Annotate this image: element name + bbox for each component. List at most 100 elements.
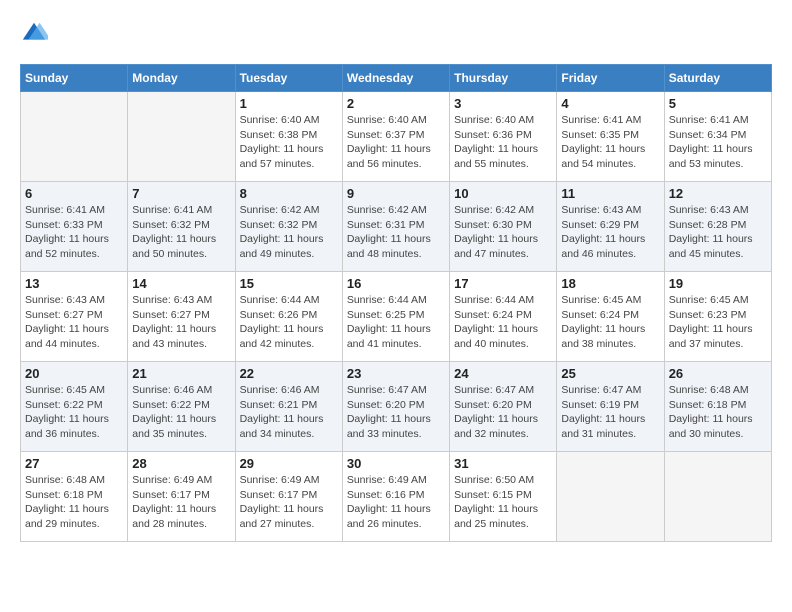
day-number: 5 <box>669 96 767 111</box>
day-number: 24 <box>454 366 552 381</box>
day-detail: Sunrise: 6:45 AM Sunset: 6:23 PM Dayligh… <box>669 293 767 352</box>
day-number: 1 <box>240 96 338 111</box>
day-detail: Sunrise: 6:44 AM Sunset: 6:26 PM Dayligh… <box>240 293 338 352</box>
day-number: 21 <box>132 366 230 381</box>
calendar-cell: 31 Sunrise: 6:50 AM Sunset: 6:15 PM Dayli… <box>450 452 557 542</box>
calendar-week-1: 6Sunrise: 6:41 AM Sunset: 6:33 PM Daylig… <box>21 182 772 272</box>
day-detail: Sunrise: 6:49 AM Sunset: 6:16 PM Dayligh… <box>347 473 445 532</box>
day-number: 11 <box>561 186 659 201</box>
calendar-header-monday: Monday <box>128 65 235 92</box>
calendar-cell: 21 Sunrise: 6:46 AM Sunset: 6:22 PM Dayli… <box>128 362 235 452</box>
calendar-cell: 10Sunrise: 6:42 AM Sunset: 6:30 PM Dayli… <box>450 182 557 272</box>
day-number: 26 <box>669 366 767 381</box>
calendar-cell: 17 Sunrise: 6:44 AM Sunset: 6:24 PM Dayli… <box>450 272 557 362</box>
calendar-week-2: 13 Sunrise: 6:43 AM Sunset: 6:27 PM Dayli… <box>21 272 772 362</box>
calendar-cell: 9 Sunrise: 6:42 AM Sunset: 6:31 PM Daylig… <box>342 182 449 272</box>
day-number: 19 <box>669 276 767 291</box>
calendar-cell <box>21 92 128 182</box>
calendar-cell <box>128 92 235 182</box>
calendar-cell: 2Sunrise: 6:40 AM Sunset: 6:37 PM Daylig… <box>342 92 449 182</box>
calendar-week-0: 1 Sunrise: 6:40 AM Sunset: 6:38 PM Daylig… <box>21 92 772 182</box>
day-number: 14 <box>132 276 230 291</box>
calendar-cell: 16Sunrise: 6:44 AM Sunset: 6:25 PM Dayli… <box>342 272 449 362</box>
calendar-cell: 24 Sunrise: 6:47 AM Sunset: 6:20 PM Dayli… <box>450 362 557 452</box>
day-detail: Sunrise: 6:40 AM Sunset: 6:38 PM Dayligh… <box>240 113 338 172</box>
day-number: 8 <box>240 186 338 201</box>
day-detail: Sunrise: 6:47 AM Sunset: 6:20 PM Dayligh… <box>347 383 445 442</box>
day-number: 23 <box>347 366 445 381</box>
day-detail: Sunrise: 6:48 AM Sunset: 6:18 PM Dayligh… <box>669 383 767 442</box>
day-number: 17 <box>454 276 552 291</box>
calendar-cell: 13 Sunrise: 6:43 AM Sunset: 6:27 PM Dayli… <box>21 272 128 362</box>
day-detail: Sunrise: 6:43 AM Sunset: 6:27 PM Dayligh… <box>132 293 230 352</box>
calendar-cell: 14 Sunrise: 6:43 AM Sunset: 6:27 PM Dayli… <box>128 272 235 362</box>
day-number: 29 <box>240 456 338 471</box>
calendar-cell: 6Sunrise: 6:41 AM Sunset: 6:33 PM Daylig… <box>21 182 128 272</box>
day-detail: Sunrise: 6:43 AM Sunset: 6:29 PM Dayligh… <box>561 203 659 262</box>
calendar-header-row: SundayMondayTuesdayWednesdayThursdayFrid… <box>21 65 772 92</box>
day-detail: Sunrise: 6:41 AM Sunset: 6:34 PM Dayligh… <box>669 113 767 172</box>
calendar-cell: 18 Sunrise: 6:45 AM Sunset: 6:24 PM Dayli… <box>557 272 664 362</box>
day-detail: Sunrise: 6:47 AM Sunset: 6:20 PM Dayligh… <box>454 383 552 442</box>
calendar-header-thursday: Thursday <box>450 65 557 92</box>
calendar-cell: 26 Sunrise: 6:48 AM Sunset: 6:18 PM Dayli… <box>664 362 771 452</box>
day-number: 3 <box>454 96 552 111</box>
calendar-cell: 28 Sunrise: 6:49 AM Sunset: 6:17 PM Dayli… <box>128 452 235 542</box>
day-detail: Sunrise: 6:47 AM Sunset: 6:19 PM Dayligh… <box>561 383 659 442</box>
logo-icon <box>20 20 48 48</box>
day-detail: Sunrise: 6:49 AM Sunset: 6:17 PM Dayligh… <box>132 473 230 532</box>
calendar-header-wednesday: Wednesday <box>342 65 449 92</box>
logo <box>20 20 52 48</box>
day-detail: Sunrise: 6:41 AM Sunset: 6:33 PM Dayligh… <box>25 203 123 262</box>
day-detail: Sunrise: 6:43 AM Sunset: 6:28 PM Dayligh… <box>669 203 767 262</box>
day-number: 31 <box>454 456 552 471</box>
calendar-cell: 23 Sunrise: 6:47 AM Sunset: 6:20 PM Dayli… <box>342 362 449 452</box>
day-number: 4 <box>561 96 659 111</box>
day-detail: Sunrise: 6:40 AM Sunset: 6:37 PM Dayligh… <box>347 113 445 172</box>
calendar-cell: 15 Sunrise: 6:44 AM Sunset: 6:26 PM Dayli… <box>235 272 342 362</box>
day-detail: Sunrise: 6:45 AM Sunset: 6:22 PM Dayligh… <box>25 383 123 442</box>
day-detail: Sunrise: 6:46 AM Sunset: 6:21 PM Dayligh… <box>240 383 338 442</box>
calendar-cell: 22 Sunrise: 6:46 AM Sunset: 6:21 PM Dayli… <box>235 362 342 452</box>
day-number: 30 <box>347 456 445 471</box>
calendar-cell: 3 Sunrise: 6:40 AM Sunset: 6:36 PM Daylig… <box>450 92 557 182</box>
day-detail: Sunrise: 6:42 AM Sunset: 6:32 PM Dayligh… <box>240 203 338 262</box>
day-number: 22 <box>240 366 338 381</box>
day-detail: Sunrise: 6:40 AM Sunset: 6:36 PM Dayligh… <box>454 113 552 172</box>
page-header <box>20 20 772 48</box>
day-number: 9 <box>347 186 445 201</box>
calendar-cell: 5 Sunrise: 6:41 AM Sunset: 6:34 PM Daylig… <box>664 92 771 182</box>
calendar-header-saturday: Saturday <box>664 65 771 92</box>
calendar-header-sunday: Sunday <box>21 65 128 92</box>
calendar-table: SundayMondayTuesdayWednesdayThursdayFrid… <box>20 64 772 542</box>
day-number: 15 <box>240 276 338 291</box>
day-detail: Sunrise: 6:43 AM Sunset: 6:27 PM Dayligh… <box>25 293 123 352</box>
calendar-cell: 19 Sunrise: 6:45 AM Sunset: 6:23 PM Dayli… <box>664 272 771 362</box>
day-detail: Sunrise: 6:42 AM Sunset: 6:31 PM Dayligh… <box>347 203 445 262</box>
calendar-cell <box>557 452 664 542</box>
calendar-header-friday: Friday <box>557 65 664 92</box>
day-detail: Sunrise: 6:41 AM Sunset: 6:32 PM Dayligh… <box>132 203 230 262</box>
day-number: 18 <box>561 276 659 291</box>
day-detail: Sunrise: 6:41 AM Sunset: 6:35 PM Dayligh… <box>561 113 659 172</box>
calendar-cell: 30 Sunrise: 6:49 AM Sunset: 6:16 PM Dayli… <box>342 452 449 542</box>
calendar-cell: 25Sunrise: 6:47 AM Sunset: 6:19 PM Dayli… <box>557 362 664 452</box>
calendar-week-3: 20Sunrise: 6:45 AM Sunset: 6:22 PM Dayli… <box>21 362 772 452</box>
day-detail: Sunrise: 6:50 AM Sunset: 6:15 PM Dayligh… <box>454 473 552 532</box>
calendar-cell <box>664 452 771 542</box>
day-number: 12 <box>669 186 767 201</box>
day-detail: Sunrise: 6:44 AM Sunset: 6:24 PM Dayligh… <box>454 293 552 352</box>
calendar-header-tuesday: Tuesday <box>235 65 342 92</box>
day-number: 28 <box>132 456 230 471</box>
calendar-cell: 1 Sunrise: 6:40 AM Sunset: 6:38 PM Daylig… <box>235 92 342 182</box>
calendar-cell: 12 Sunrise: 6:43 AM Sunset: 6:28 PM Dayli… <box>664 182 771 272</box>
day-number: 13 <box>25 276 123 291</box>
calendar-cell: 8 Sunrise: 6:42 AM Sunset: 6:32 PM Daylig… <box>235 182 342 272</box>
calendar-cell: 11 Sunrise: 6:43 AM Sunset: 6:29 PM Dayli… <box>557 182 664 272</box>
calendar-cell: 4 Sunrise: 6:41 AM Sunset: 6:35 PM Daylig… <box>557 92 664 182</box>
calendar-cell: 27Sunrise: 6:48 AM Sunset: 6:18 PM Dayli… <box>21 452 128 542</box>
day-number: 16 <box>347 276 445 291</box>
day-detail: Sunrise: 6:49 AM Sunset: 6:17 PM Dayligh… <box>240 473 338 532</box>
day-detail: Sunrise: 6:46 AM Sunset: 6:22 PM Dayligh… <box>132 383 230 442</box>
day-detail: Sunrise: 6:45 AM Sunset: 6:24 PM Dayligh… <box>561 293 659 352</box>
